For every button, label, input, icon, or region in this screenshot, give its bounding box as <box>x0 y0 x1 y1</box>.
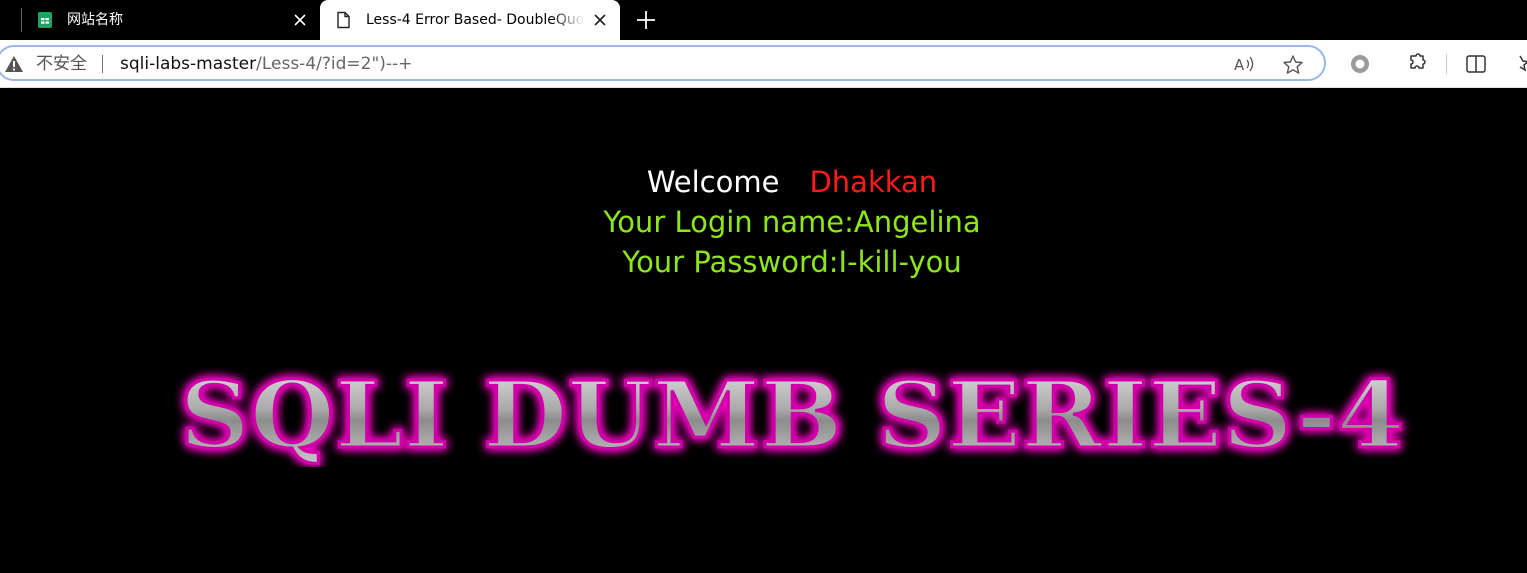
series-banner: SQLI DUMB SERIES-4 <box>178 367 1406 467</box>
warning-icon[interactable] <box>4 55 24 73</box>
record-icon[interactable] <box>1348 52 1372 76</box>
banner-text: SQLI DUMB SERIES-4 <box>180 367 1405 467</box>
security-label[interactable]: 不安全 <box>36 54 87 74</box>
svg-text:A: A <box>1234 56 1245 74</box>
split-screen-icon[interactable] <box>1464 52 1488 76</box>
page-content: Welcome Dhakkan Your Login name:Angelina … <box>0 89 1527 573</box>
new-tab-plus-icon[interactable] <box>634 8 658 32</box>
close-icon[interactable] <box>292 12 308 28</box>
favorite-star-icon[interactable] <box>1282 54 1304 76</box>
welcome-line: Welcome Dhakkan <box>0 162 1527 202</box>
welcome-name: Dhakkan <box>809 165 938 199</box>
url-path: /Less-4/?id=2")--+ <box>256 54 413 74</box>
sheet-icon <box>38 12 52 28</box>
tab-title: 网站名称 <box>67 12 123 28</box>
extensions-icon[interactable] <box>1404 52 1428 76</box>
welcome-word: Welcome <box>646 165 780 199</box>
read-aloud-icon[interactable]: A <box>1234 54 1256 74</box>
url-divider <box>102 55 103 73</box>
favorites-bar-icon[interactable] <box>1516 52 1527 76</box>
browser-toolbar: 不安全 sqli-labs-master/Less-4/?id=2")--+ A <box>0 40 1527 88</box>
url-host: sqli-labs-master <box>120 54 257 74</box>
tab-less-4[interactable]: Less-4 Error Based- DoubleQuotes <box>320 0 620 40</box>
url-text[interactable]: sqli-labs-master/Less-4/?id=2")--+ <box>120 54 412 74</box>
tab-website[interactable]: 网站名称 <box>26 0 320 40</box>
tab-separator <box>21 8 22 32</box>
query-result: Welcome Dhakkan Your Login name:Angelina … <box>0 162 1527 282</box>
address-bar[interactable]: 不安全 sqli-labs-master/Less-4/?id=2")--+ A <box>0 45 1326 81</box>
password-line: Your Password:I-kill-you <box>622 245 962 279</box>
close-icon[interactable] <box>592 12 608 28</box>
tab-title: Less-4 Error Based- DoubleQuotes <box>366 12 584 28</box>
toolbar-divider <box>1446 54 1447 74</box>
tab-strip: 网站名称 Less-4 Error Based- DoubleQuotes <box>0 0 1527 40</box>
login-name-line: Your Login name:Angelina <box>603 205 981 239</box>
page-icon <box>337 11 350 29</box>
